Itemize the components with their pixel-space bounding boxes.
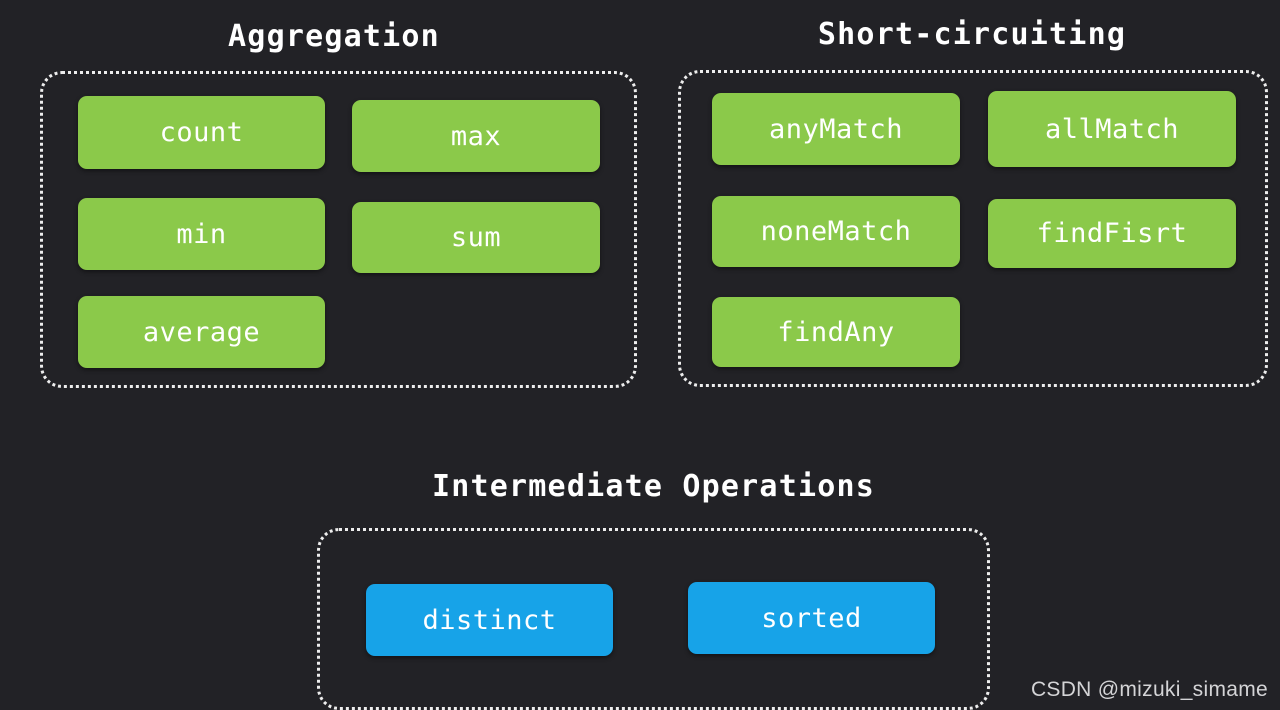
- pill-any-match[interactable]: anyMatch: [712, 93, 960, 165]
- pill-label: noneMatch: [760, 216, 912, 247]
- pill-label: average: [142, 316, 261, 348]
- pill-sorted[interactable]: sorted: [688, 582, 935, 654]
- pill-label: min: [176, 218, 227, 250]
- watermark: CSDN @mizuki_simame: [1030, 678, 1268, 701]
- pill-label: count: [159, 117, 244, 148]
- pill-average[interactable]: average: [78, 296, 325, 368]
- pill-sum[interactable]: sum: [352, 202, 600, 273]
- pill-find-first[interactable]: findFisrt: [988, 199, 1236, 268]
- pill-none-match[interactable]: noneMatch: [712, 196, 960, 267]
- pill-min[interactable]: min: [78, 198, 325, 270]
- pill-label: anyMatch: [768, 113, 904, 145]
- pill-find-any[interactable]: findAny: [712, 297, 960, 367]
- pill-label: distinct: [422, 604, 557, 636]
- section-title-short-circuiting: Short-circuiting: [817, 17, 1127, 52]
- section-title-aggregation: Aggregation: [228, 19, 440, 54]
- pill-label: max: [450, 120, 502, 152]
- pill-label: findAny: [777, 316, 895, 348]
- pill-label: findFisrt: [1036, 218, 1188, 249]
- pill-all-match[interactable]: allMatch: [988, 91, 1236, 167]
- pill-count[interactable]: count: [78, 96, 325, 169]
- pill-label: sum: [450, 222, 502, 253]
- pill-max[interactable]: max: [352, 100, 600, 172]
- pill-label: sorted: [761, 602, 862, 634]
- pill-label: allMatch: [1044, 113, 1180, 145]
- section-title-intermediate-operations: Intermediate Operations: [431, 469, 875, 504]
- pill-distinct[interactable]: distinct: [366, 584, 613, 656]
- diagram-canvas: Aggregation count max min sum average Sh…: [0, 0, 1280, 710]
